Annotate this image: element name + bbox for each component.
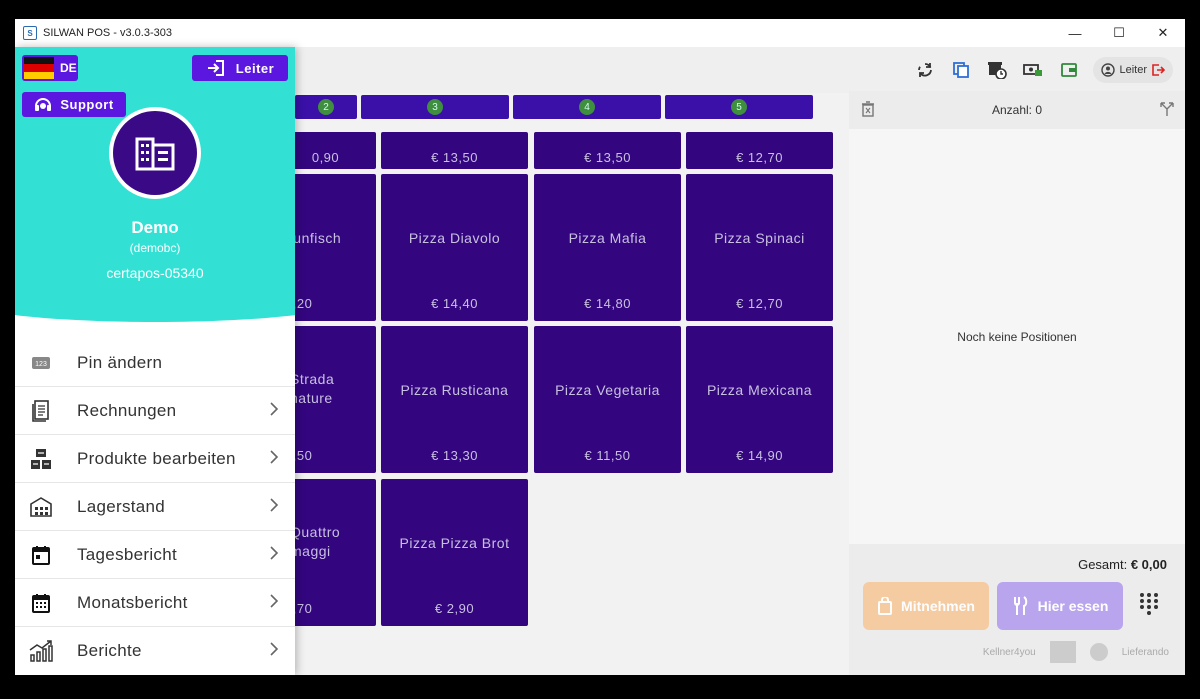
partner-lieferando: Lieferando <box>1121 646 1169 658</box>
device-name: certapos-05340 <box>106 265 204 281</box>
category-tab[interactable]: 5 <box>665 95 813 119</box>
side-drawer: DE Leiter Support Demo (demobc) certapos… <box>15 47 295 675</box>
svg-text:123: 123 <box>35 361 47 368</box>
menu-item-stock[interactable]: Lagerstand <box>15 483 295 531</box>
language-button[interactable]: DE <box>22 55 78 81</box>
menu-item-reports[interactable]: Berichte <box>15 627 295 675</box>
cutlery-icon <box>1013 596 1027 615</box>
category-tab[interactable]: 2 <box>295 95 357 119</box>
chevron-right-icon <box>270 546 279 560</box>
app-icon: S <box>23 26 37 40</box>
user-id: (demobc) <box>129 241 181 255</box>
cart-total: Gesamt: € 0,00 <box>1078 557 1167 572</box>
logout-icon <box>1152 64 1165 76</box>
german-flag-icon <box>24 57 54 79</box>
login-icon <box>207 60 224 76</box>
cart-header: Anzahl: 0 <box>849 91 1185 129</box>
cart-count: Anzahl: 0 <box>991 103 1043 117</box>
product-tile[interactable]: € 13,50 <box>534 132 681 169</box>
minimize-button[interactable]: — <box>1053 19 1097 47</box>
chevron-right-icon <box>270 450 279 464</box>
partner-kellner4you: Kellner4you <box>982 646 1036 658</box>
chevron-right-icon <box>270 594 279 608</box>
chart-icon <box>29 639 53 663</box>
menu-item-invoices[interactable]: Rechnungen <box>15 387 295 435</box>
wallet-icon[interactable] <box>1051 56 1087 84</box>
menu-item-pin[interactable]: 123 Pin ändern <box>15 339 295 387</box>
invoice-icon <box>29 399 53 423</box>
support-button-label: Support <box>60 97 114 112</box>
chevron-right-icon <box>270 402 279 416</box>
product-tile[interactable]: Pizza Diavolo € 14,40 <box>381 174 528 321</box>
cart-items: Noch keine Positionen <box>849 129 1185 544</box>
partner-box-logo <box>1049 641 1076 663</box>
copy-icon[interactable] <box>943 56 979 84</box>
user-circle-icon <box>1101 63 1116 77</box>
total-label: Gesamt: <box>1078 557 1128 572</box>
user-pill[interactable]: Leiter <box>1093 57 1173 83</box>
cart-panel: Anzahl: 0 Noch keine Positionen Gesamt: … <box>849 91 1185 675</box>
products-icon <box>29 447 53 471</box>
sync-icon[interactable] <box>907 56 943 84</box>
chevron-right-icon <box>270 498 279 512</box>
cart-empty-text: Noch keine Positionen <box>957 329 1077 344</box>
leiter-button-label: Leiter <box>235 60 275 76</box>
menu-item-label: Pin ändern <box>77 352 163 372</box>
eat-here-label: Hier essen <box>1037 598 1109 614</box>
language-code: DE <box>60 61 77 75</box>
close-button[interactable]: ✕ <box>1141 19 1185 47</box>
keypad-icon[interactable] <box>1137 591 1161 615</box>
category-tab[interactable]: 3 <box>361 95 509 119</box>
drawer-menu: 123 Pin ändern Rechnungen Produkte bearb… <box>15 339 295 675</box>
calendar-day-icon <box>29 543 53 567</box>
chevron-right-icon <box>270 642 279 656</box>
building-icon <box>135 137 175 171</box>
register-clock-icon[interactable] <box>979 56 1015 84</box>
warehouse-icon <box>29 495 53 519</box>
window-title: SILWAN POS - v3.0.3-303 <box>43 27 172 39</box>
user-name: Demo <box>131 218 179 237</box>
menu-item-label: Berichte <box>77 641 142 660</box>
support-button[interactable]: Support <box>22 92 126 117</box>
split-icon[interactable] <box>1159 101 1175 117</box>
pin-icon: 123 <box>29 351 53 375</box>
cash-icon[interactable] <box>1015 56 1051 84</box>
take-away-button[interactable]: Mitnehmen <box>863 582 989 630</box>
menu-item-daily-report[interactable]: Tagesbericht <box>15 531 295 579</box>
take-away-label: Mitnehmen <box>901 598 975 614</box>
menu-item-label: Rechnungen <box>77 400 177 420</box>
bag-icon <box>878 597 893 615</box>
calendar-month-icon <box>29 591 53 615</box>
headset-icon <box>35 97 52 111</box>
menu-item-label: Lagerstand <box>77 496 166 516</box>
product-tile[interactable]: € 12,70 <box>686 132 833 169</box>
product-tile[interactable]: Pizza Pizza Brot € 2,90 <box>381 479 528 626</box>
user-pill-label: Leiter <box>1119 64 1147 76</box>
product-tile[interactable]: Pizza Mexicana € 14,90 <box>686 326 833 473</box>
company-avatar <box>109 107 201 199</box>
menu-item-label: Monatsbericht <box>77 592 188 612</box>
category-tabs: 2 3 4 5 <box>295 95 813 119</box>
product-grid: 0,90 € 13,50 € 13,50 € 12,70 hunfisch 3,2… <box>275 129 845 629</box>
eat-here-button[interactable]: Hier essen <box>997 582 1123 630</box>
menu-item-label: Tagesbericht <box>77 544 177 564</box>
menu-item-products[interactable]: Produkte bearbeiten <box>15 435 295 483</box>
maximize-button[interactable]: ☐ <box>1097 19 1141 47</box>
menu-item-monthly-report[interactable]: Monatsbericht <box>15 579 295 627</box>
product-tile[interactable]: Pizza Mafia € 14,80 <box>534 174 681 321</box>
product-tile[interactable]: Pizza Spinaci € 12,70 <box>686 174 833 321</box>
menu-item-label: Produkte bearbeiten <box>77 448 236 468</box>
product-tile[interactable]: € 13,50 <box>381 132 528 169</box>
pos-window: S SILWAN POS - v3.0.3-303 — ☐ ✕ Leiter 2… <box>15 19 1185 675</box>
total-value: € 0,00 <box>1130 557 1167 572</box>
partner-logos: Kellner4you Lieferando <box>983 641 1169 663</box>
product-tile[interactable]: Pizza Vegetaria € 11,50 <box>534 326 681 473</box>
category-tab[interactable]: 4 <box>513 95 661 119</box>
leiter-button[interactable]: Leiter <box>192 55 288 81</box>
title-bar: S SILWAN POS - v3.0.3-303 — ☐ ✕ <box>15 19 1185 47</box>
partner-circle-logo <box>1089 643 1108 661</box>
product-tile[interactable]: Pizza Rusticana € 13,30 <box>381 326 528 473</box>
trash-icon[interactable] <box>861 101 875 117</box>
